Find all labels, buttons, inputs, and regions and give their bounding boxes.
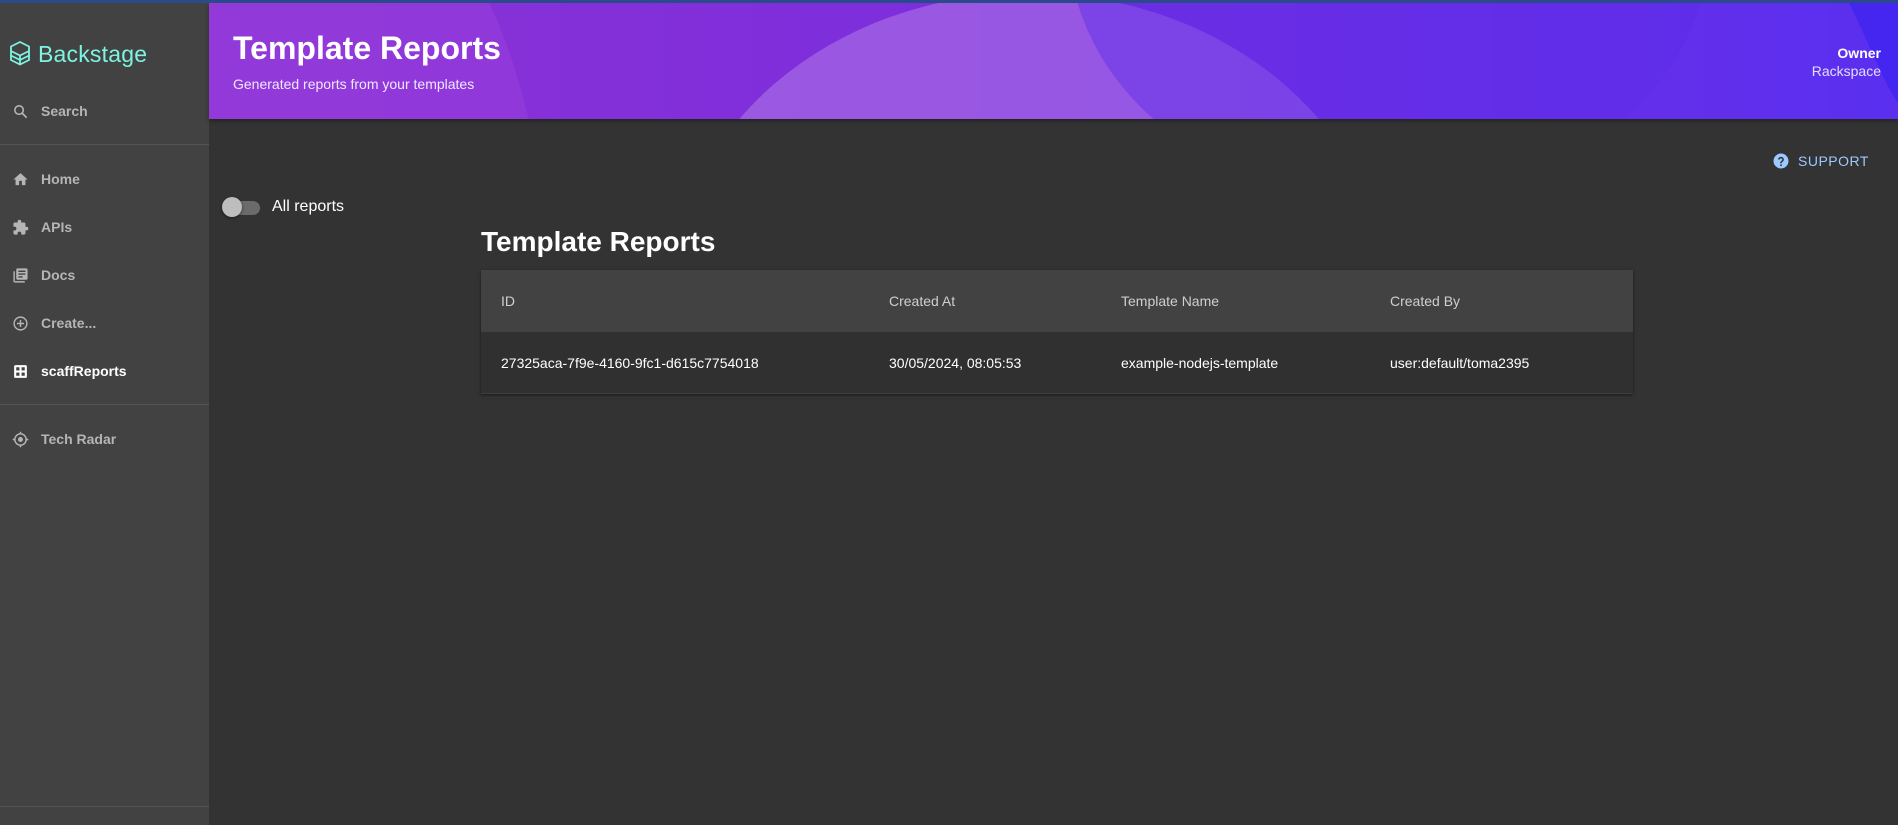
sidebar-item-docs[interactable]: Docs (0, 255, 209, 295)
table-row[interactable]: 27325aca-7f9e-4160-9fc1-d615c7754018 30/… (481, 332, 1633, 394)
top-accent-line (0, 0, 1898, 3)
support-label: SUPPORT (1798, 153, 1869, 169)
sidebar-item-label: Create... (41, 315, 97, 331)
radar-icon (12, 431, 29, 447)
puzzle-icon (13, 219, 29, 235)
cell-created-by: user:default/toma2395 (1390, 354, 1530, 371)
sidebar-item-label: Search (41, 103, 88, 119)
sidebar: Backstage Search Home APIs Docs Create..… (0, 3, 209, 825)
table-header-row: ID Created At Template Name Created By (481, 270, 1633, 332)
page-header: Template Reports Generated reports from … (209, 3, 1898, 119)
column-header-template-name[interactable]: Template Name (1121, 293, 1390, 309)
sidebar-item-label: APIs (41, 219, 73, 235)
owner-value[interactable]: Rackspace (1812, 63, 1881, 79)
sidebar-item-label: Home (41, 171, 80, 187)
owner-label: Owner (1837, 45, 1881, 61)
support-button[interactable]: SUPPORT (1772, 151, 1869, 171)
add-circle-icon (13, 315, 28, 331)
cell-template-name: example-nodejs-template (1121, 354, 1279, 371)
search-icon (14, 104, 28, 118)
sidebar-item-home[interactable]: Home (0, 159, 209, 199)
sidebar-item-label: Tech Radar (41, 431, 117, 447)
all-reports-toggle[interactable]: All reports (222, 195, 344, 219)
sidebar-divider (0, 806, 209, 807)
sidebar-divider (0, 144, 209, 145)
sidebar-item-create[interactable]: Create... (0, 303, 209, 343)
dashboard-icon (14, 364, 27, 378)
help-circle-icon (1773, 153, 1789, 169)
column-header-created-at[interactable]: Created At (889, 293, 1121, 309)
sidebar-item-search[interactable]: Search (0, 91, 209, 131)
column-header-id[interactable]: ID (481, 293, 889, 309)
page-subtitle: Generated reports from your templates (233, 76, 475, 92)
column-header-created-by[interactable]: Created By (1390, 293, 1633, 309)
table-title: Template Reports (481, 226, 716, 257)
sidebar-divider (0, 404, 209, 405)
reports-table: ID Created At Template Name Created By 2… (481, 270, 1633, 394)
page-title: Template Reports (233, 30, 501, 66)
switch-thumb (222, 197, 242, 217)
sidebar-item-apis[interactable]: APIs (0, 207, 209, 247)
sidebar-item-label: Docs (41, 267, 76, 283)
owner-info: Owner Rackspace (1812, 45, 1881, 79)
sidebar-item-label: scaffReports (41, 363, 127, 379)
backstage-logo-text: Backstage (38, 40, 148, 67)
sidebar-item-scaffreports[interactable]: scaffReports (0, 351, 209, 391)
backstage-logo[interactable]: Backstage (8, 34, 147, 74)
all-reports-switch[interactable] (222, 197, 260, 217)
sidebar-item-tech-radar[interactable]: Tech Radar (0, 419, 209, 459)
all-reports-label: All reports (272, 198, 345, 215)
cell-id: 27325aca-7f9e-4160-9fc1-d615c7754018 (501, 354, 759, 371)
cell-created-at: 30/05/2024, 08:05:53 (889, 354, 1022, 371)
home-icon (13, 172, 28, 185)
library-books-icon (13, 267, 28, 283)
backstage-logo-icon (10, 40, 30, 66)
